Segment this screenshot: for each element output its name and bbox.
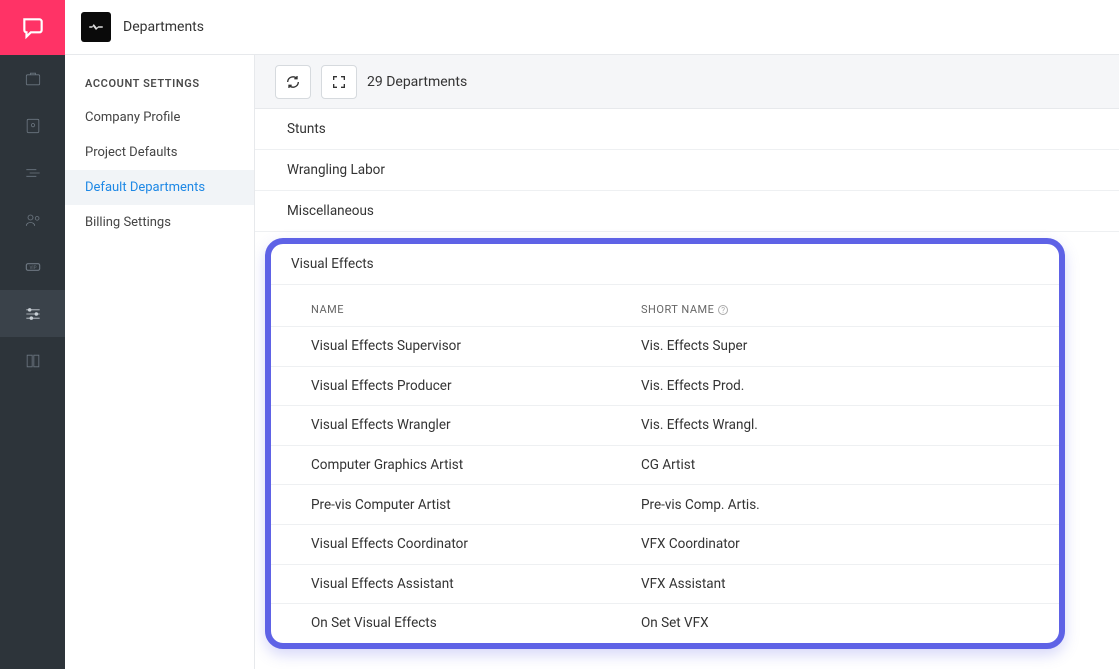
new-position-button[interactable]: + New Position [255, 659, 1119, 669]
department-row[interactable]: Stunts [255, 109, 1119, 150]
sidebar-item[interactable]: Billing Settings [65, 205, 254, 240]
sidebar-item[interactable]: Default Departments [65, 170, 254, 205]
department-count: 29 Departments [367, 74, 467, 90]
position-row[interactable]: Visual Effects SupervisorVis. Effects Su… [271, 326, 1059, 366]
page-header: Departments [65, 0, 1119, 55]
sidebar-item[interactable]: Project Defaults [65, 135, 254, 170]
rail-item-vip[interactable]: VIP [0, 243, 65, 290]
rail-item-team[interactable] [0, 196, 65, 243]
position-short-name: Vis. Effects Super [641, 338, 1039, 354]
sidebar-item[interactable]: Company Profile [65, 100, 254, 135]
column-header-short-name: SHORT NAME ? [641, 303, 1039, 316]
positions-table-header: NAME SHORT NAME ? [271, 285, 1059, 326]
position-row[interactable]: Visual Effects WranglerVis. Effects Wran… [271, 405, 1059, 445]
position-name: Visual Effects Producer [311, 378, 641, 394]
app-icon-rail: VIP [0, 0, 65, 669]
expanded-department-panel: Visual Effects NAME SHORT NAME ? Visual … [265, 238, 1065, 649]
app-logo[interactable] [0, 0, 65, 55]
position-short-name: VFX Assistant [641, 576, 1039, 592]
svg-text:VIP: VIP [29, 265, 36, 271]
position-short-name: CG Artist [641, 457, 1039, 473]
rail-item-contacts[interactable] [0, 102, 65, 149]
department-row[interactable]: Miscellaneous [255, 191, 1119, 232]
position-name: On Set Visual Effects [311, 615, 641, 631]
department-list: StuntsWrangling LaborMiscellaneous Visua… [255, 109, 1119, 669]
rail-item-messages[interactable] [0, 149, 65, 196]
position-name: Visual Effects Assistant [311, 576, 641, 592]
refresh-button[interactable] [275, 65, 311, 99]
rail-item-docs[interactable] [0, 337, 65, 384]
expanded-panel-wrap: Visual Effects NAME SHORT NAME ? Visual … [255, 232, 1119, 669]
position-name: Visual Effects Coordinator [311, 536, 641, 552]
sidebar-section-title: ACCOUNT SETTINGS [65, 77, 254, 100]
rail-item-projects[interactable] [0, 55, 65, 102]
settings-sidebar: ACCOUNT SETTINGS Company ProfileProject … [65, 55, 255, 669]
info-icon[interactable]: ? [718, 305, 728, 315]
project-thumbnail[interactable] [81, 12, 111, 42]
position-row[interactable]: Visual Effects AssistantVFX Assistant [271, 564, 1059, 604]
page-title: Departments [123, 19, 204, 35]
department-row[interactable]: Wrangling Labor [255, 150, 1119, 191]
position-row[interactable]: Computer Graphics ArtistCG Artist [271, 445, 1059, 485]
page-body: ACCOUNT SETTINGS Company ProfileProject … [65, 55, 1119, 669]
position-row[interactable]: Visual Effects CoordinatorVFX Coordinato… [271, 524, 1059, 564]
main-column: Departments ACCOUNT SETTINGS Company Pro… [65, 0, 1119, 669]
position-short-name: VFX Coordinator [641, 536, 1039, 552]
position-row[interactable]: Pre-vis Computer ArtistPre-vis Comp. Art… [271, 484, 1059, 524]
rail-item-settings[interactable] [0, 290, 65, 337]
column-header-short-name-label: SHORT NAME [641, 303, 714, 316]
position-short-name: On Set VFX [641, 615, 1039, 631]
expand-button[interactable] [321, 65, 357, 99]
position-short-name: Vis. Effects Prod. [641, 378, 1039, 394]
column-header-name: NAME [311, 303, 641, 316]
panel-title[interactable]: Visual Effects [271, 244, 1059, 285]
position-short-name: Vis. Effects Wrangl. [641, 417, 1039, 433]
position-short-name: Pre-vis Comp. Artis. [641, 497, 1039, 513]
content-toolbar: 29 Departments [255, 55, 1119, 109]
content-area: 29 Departments StuntsWrangling LaborMisc… [255, 55, 1119, 669]
position-row[interactable]: Visual Effects ProducerVis. Effects Prod… [271, 366, 1059, 406]
position-name: Computer Graphics Artist [311, 457, 641, 473]
position-row[interactable]: On Set Visual EffectsOn Set VFX [271, 603, 1059, 643]
position-name: Pre-vis Computer Artist [311, 497, 641, 513]
position-name: Visual Effects Supervisor [311, 338, 641, 354]
position-name: Visual Effects Wrangler [311, 417, 641, 433]
